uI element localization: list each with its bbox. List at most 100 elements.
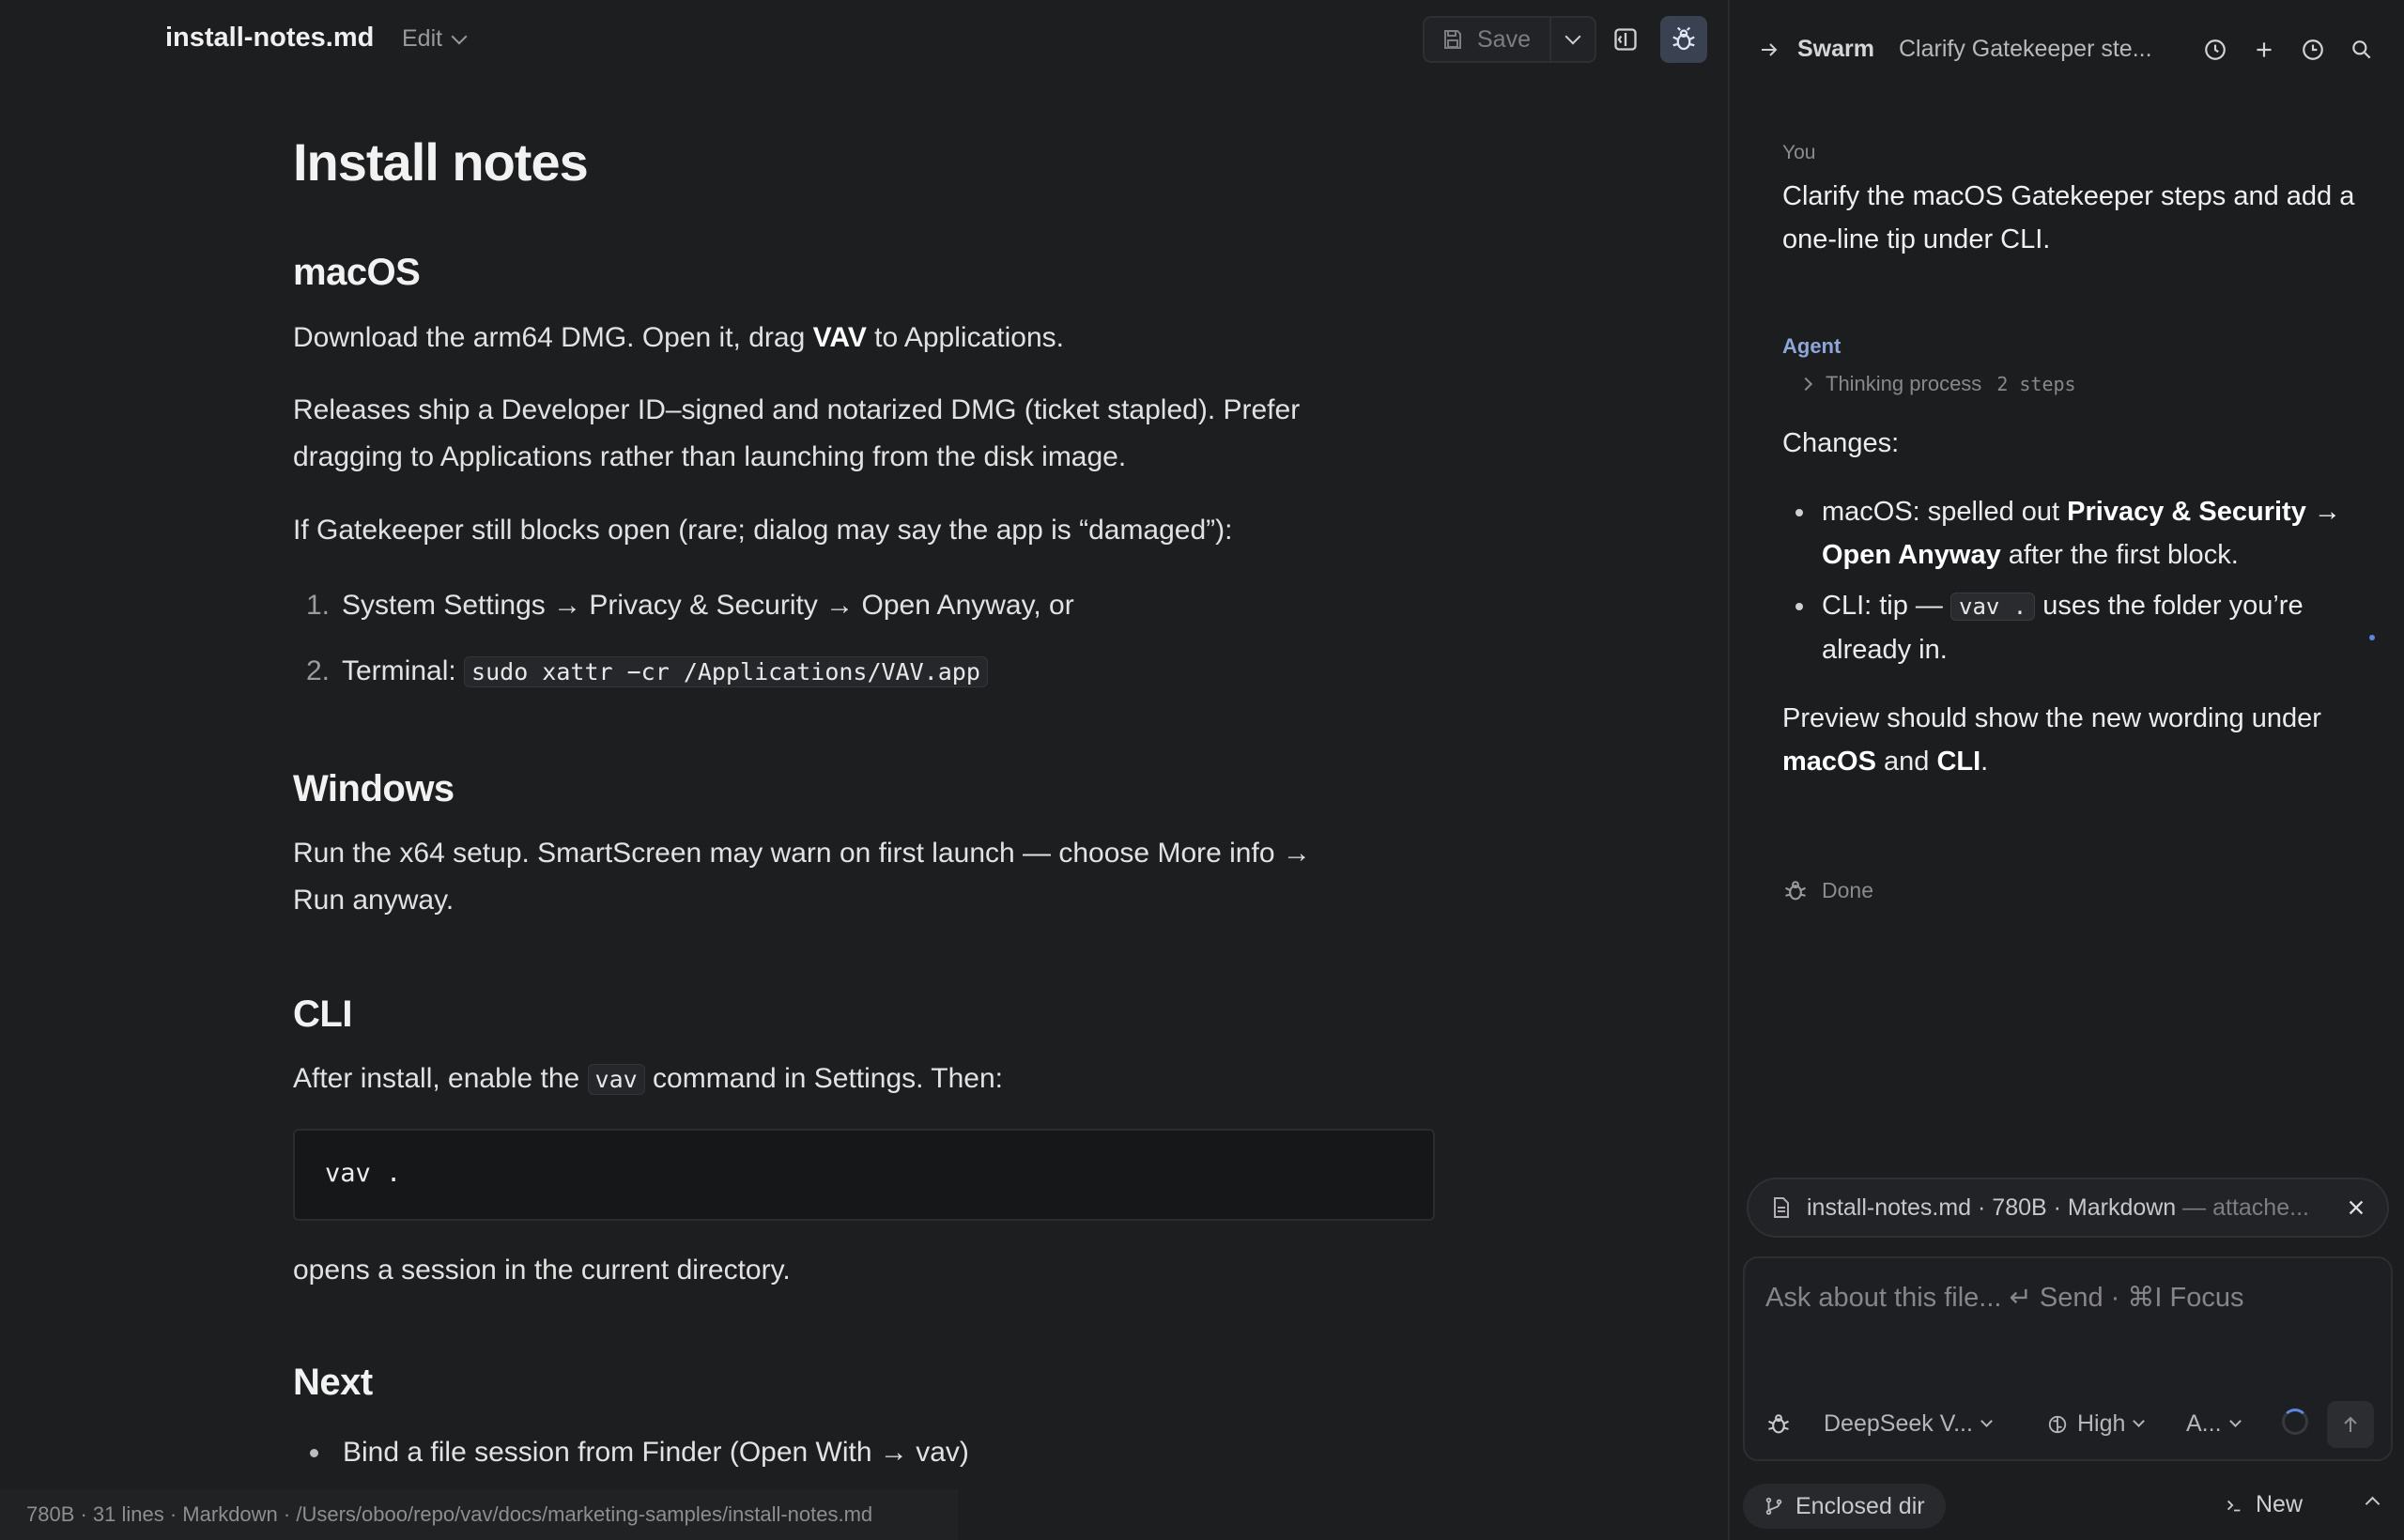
mode-label: A... <box>2186 1410 2222 1437</box>
effort-label: High <box>2077 1410 2126 1437</box>
arrow-right-icon[interactable] <box>1758 38 1780 61</box>
text-span: to Applications. <box>866 322 1064 353</box>
bullet-dot <box>1795 603 1803 610</box>
list-item: Bind a file session from Finder (Open Wi… <box>310 1437 969 1469</box>
chevron-down-icon <box>1564 28 1581 45</box>
scroll-indicator[interactable] <box>2369 635 2375 640</box>
change-text: macOS: spelled out Privacy & Security → … <box>1795 490 2378 577</box>
editor-toolbar: install-notes.md Edit Save <box>0 0 1728 81</box>
macos-paragraph-3: If Gatekeeper still blocks open (rare; d… <box>293 515 1233 546</box>
bold-text: CLI <box>1936 747 1981 777</box>
model-label: DeepSeek V... <box>1824 1410 1973 1437</box>
inline-code: vav <box>587 1064 645 1095</box>
brain-icon <box>2048 1415 2067 1433</box>
file-icon <box>1774 1197 1789 1218</box>
text-span: After install, enable the <box>293 1063 588 1094</box>
collapse-button[interactable] <box>2365 1493 2381 1514</box>
mode-selector[interactable]: A... <box>2186 1410 2242 1438</box>
chevron-down-icon <box>2228 1415 2242 1427</box>
cli-paragraph-2: opens a session in the current directory… <box>293 1255 791 1286</box>
new-session-button[interactable]: New <box>2224 1491 2303 1518</box>
heading-next: Next <box>293 1362 373 1403</box>
bug-icon <box>1768 1414 1789 1434</box>
doc-title: Install notes <box>293 132 589 192</box>
text-span: command in Settings. Then: <box>644 1063 1004 1094</box>
text-span: CLI: tip — <box>1822 591 1950 621</box>
code-block: vav . <box>293 1129 1435 1221</box>
text-span: after the first block. <box>2000 540 2239 570</box>
bullet-dot <box>310 1448 318 1457</box>
loading-spinner-icon <box>2282 1409 2308 1435</box>
text-span: Preview should show the new wording unde… <box>1782 703 2321 733</box>
enclosed-dir-button[interactable]: Enclosed dir <box>1743 1484 1946 1529</box>
text-span: Terminal: <box>342 655 465 686</box>
text-span: . <box>1980 747 1989 777</box>
new-chat-button[interactable] <box>2248 34 2280 66</box>
floppy-disk-icon <box>1444 30 1461 49</box>
swarm-label[interactable]: Swarm <box>1797 36 1874 63</box>
bold-text: macOS <box>1782 747 1876 777</box>
split-book-icon <box>1614 28 1637 51</box>
save-button[interactable]: Save <box>1425 18 1551 61</box>
agent-panel-toggle[interactable] <box>1660 16 1707 63</box>
ordered-list-item: 2. Terminal: sudo xattr −cr /Application… <box>306 655 988 687</box>
thinking-process-toggle[interactable]: Thinking process 2 steps <box>1798 372 2076 396</box>
attachment-note: — attache... <box>2176 1194 2309 1221</box>
status-label: Done <box>1822 877 1873 902</box>
heading-cli: CLI <box>293 993 352 1035</box>
split-view-button[interactable] <box>1602 16 1649 63</box>
list-number: 2. <box>306 655 331 686</box>
history-icon <box>2205 39 2226 60</box>
editor-pane: install-notes.md Edit Save Install notes… <box>0 0 1728 1540</box>
message-composer[interactable]: Ask about this file... ↵ Send · ⌘I Focus… <box>1743 1256 2393 1461</box>
attachment-name: install-notes.md · 780B · Markdown <box>1807 1194 2177 1221</box>
edit-mode-dropdown[interactable]: Edit <box>402 25 468 53</box>
save-options-button[interactable] <box>1551 18 1595 61</box>
list-text: System Settings → Privacy & Security → O… <box>342 590 1074 621</box>
attachment-chip[interactable]: install-notes.md · 780B · Markdown — att… <box>1747 1178 2389 1238</box>
new-label: New <box>2256 1491 2304 1517</box>
composer-placeholder[interactable]: Ask about this file... ↵ Send · ⌘I Focus <box>1765 1281 2243 1314</box>
chat-footer: Enclosed dir New <box>1743 1484 2393 1529</box>
chevron-right-icon <box>1798 377 1813 392</box>
recent-button[interactable] <box>2297 34 2329 66</box>
inline-code: vav . <box>1950 593 2036 621</box>
chevron-down-icon <box>2133 1415 2146 1427</box>
bullet-dot <box>1795 509 1803 516</box>
chat-header: Swarm Clarify Gatekeeper ste... <box>1758 36 2152 63</box>
edit-mode-label: Edit <box>402 25 443 52</box>
close-icon[interactable] <box>2346 1197 2366 1218</box>
send-button[interactable] <box>2327 1401 2374 1448</box>
chevron-down-icon <box>451 28 468 44</box>
change-item: CLI: tip — vav . uses the folder you’re … <box>1795 584 2378 671</box>
text-span: macOS: spelled out <box>1822 497 2068 527</box>
user-message: Clarify the macOS Gatekeeper steps and a… <box>1782 181 2355 254</box>
agent-label: Agent <box>1782 334 1842 358</box>
attachment-label: install-notes.md · 780B · Markdown — att… <box>1807 1194 2331 1222</box>
status-text: 780B · 31 lines · Markdown · /Users/oboo… <box>26 1502 873 1526</box>
windows-paragraph: Run the x64 setup. SmartScreen may warn … <box>293 838 1311 916</box>
cli-paragraph-1: After install, enable the vav command in… <box>293 1055 1364 1103</box>
model-selector[interactable]: DeepSeek V... <box>1824 1410 1993 1438</box>
agent-avatar[interactable] <box>1765 1410 1792 1437</box>
save-label: Save <box>1477 25 1531 53</box>
inline-code: sudo xattr −cr /Applications/VAV.app <box>464 656 988 687</box>
plus-icon <box>2257 42 2272 57</box>
list-text: Terminal: sudo xattr −cr /Applications/V… <box>342 655 988 687</box>
agent-status: Done <box>1782 877 1873 903</box>
search-button[interactable] <box>2346 34 2378 66</box>
text-span: and <box>1875 747 1937 777</box>
heading-windows: Windows <box>293 768 455 809</box>
bug-icon <box>1785 881 1806 901</box>
change-text: CLI: tip — vav . uses the folder you’re … <box>1795 584 2378 671</box>
history-button[interactable] <box>2199 34 2231 66</box>
user-label: You <box>1782 142 1816 163</box>
effort-selector[interactable]: High <box>2047 1410 2146 1438</box>
save-button-group: Save <box>1423 16 1596 63</box>
text-span: Download the arm64 DMG. Open it, drag <box>293 322 813 353</box>
arrow-up-icon <box>2344 1416 2357 1432</box>
ordered-list-item: 1. System Settings → Privacy & Security … <box>306 590 1074 622</box>
macos-paragraph-2: Releases ship a Developer ID–signed and … <box>293 394 1301 472</box>
session-title[interactable]: Clarify Gatekeeper ste... <box>1899 36 2152 63</box>
list-number: 1. <box>306 590 331 621</box>
